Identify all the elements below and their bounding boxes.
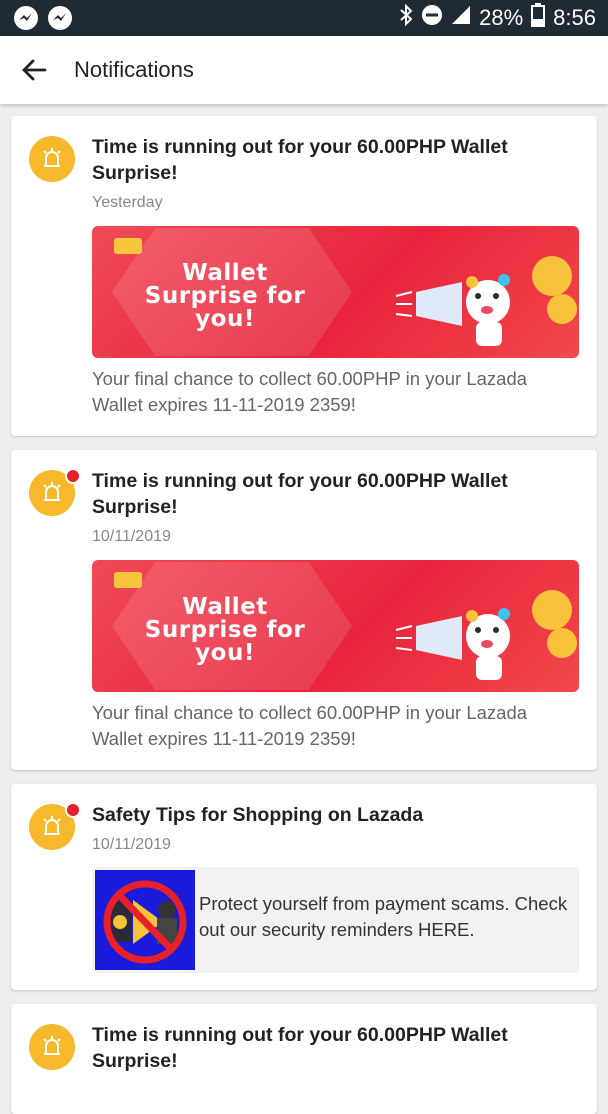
notification-date: 10/11/2019 [92,528,171,545]
notification-body: Your final chance to collect 60.00PHP in… [92,368,528,415]
notification-card[interactable]: Time is running out for your 60.00PHP Wa… [11,1004,597,1114]
notification-date: 10/11/2019 [92,836,171,853]
notification-card[interactable]: Time is running out for your 60.00PHP Wa… [11,450,597,770]
coin-icon [547,628,577,658]
notification-body: Protect yourself from payment scams. Che… [199,893,568,940]
notification-date: Yesterday [92,194,163,211]
battery-icon [531,3,546,33]
notification-title: Time is running out for your 60.00PHP Wa… [92,1024,508,1072]
arrow-left-icon [22,59,47,81]
clock: 8:56 [553,5,596,30]
notification-title: Safety Tips for Shopping on Lazada [92,804,424,826]
notification-card[interactable]: Time is running out for your 60.00PHP Wa… [11,116,597,436]
wallet-surprise-banner[interactable]: Wallet Surprise for you! [92,226,579,358]
notification-bell-icon [29,1024,75,1070]
notification-title: Time is running out for your 60.00PHP Wa… [92,136,508,184]
unread-indicator [65,468,81,484]
wallet-icon [114,572,142,588]
mascot-megaphone-icon [395,274,510,346]
status-bar: 28% 8:56 [0,0,608,36]
signal-icon [451,5,471,31]
messenger-icon [14,6,38,30]
notification-body: Your final chance to collect 60.00PHP in… [92,702,528,749]
coin-icon [547,294,577,324]
notification-bell-icon [29,136,75,182]
battery-percent: 28% [479,5,524,30]
banner-text: Wallet Surprise for you! [144,594,306,666]
page-title: Notifications [74,57,194,82]
back-button[interactable] [14,50,54,90]
wallet-surprise-banner[interactable]: Wallet Surprise for you! [92,560,579,692]
coin-icon [532,590,572,630]
coin-icon [532,256,572,296]
wallet-icon [114,238,142,254]
security-tip-box[interactable]: Protect yourself from payment scams. Che… [92,867,579,973]
unread-indicator [65,802,81,818]
app-bar: Notifications [0,36,608,104]
no-scam-icon [95,870,195,970]
notification-card[interactable]: Safety Tips for Shopping on Lazada 10/11… [11,784,597,990]
notification-title: Time is running out for your 60.00PHP Wa… [92,470,508,518]
mascot-megaphone-icon [395,608,510,680]
messenger-icon [48,6,72,30]
do-not-disturb-icon [421,4,443,32]
bluetooth-icon [399,3,413,32]
banner-text: Wallet Surprise for you! [144,260,306,332]
